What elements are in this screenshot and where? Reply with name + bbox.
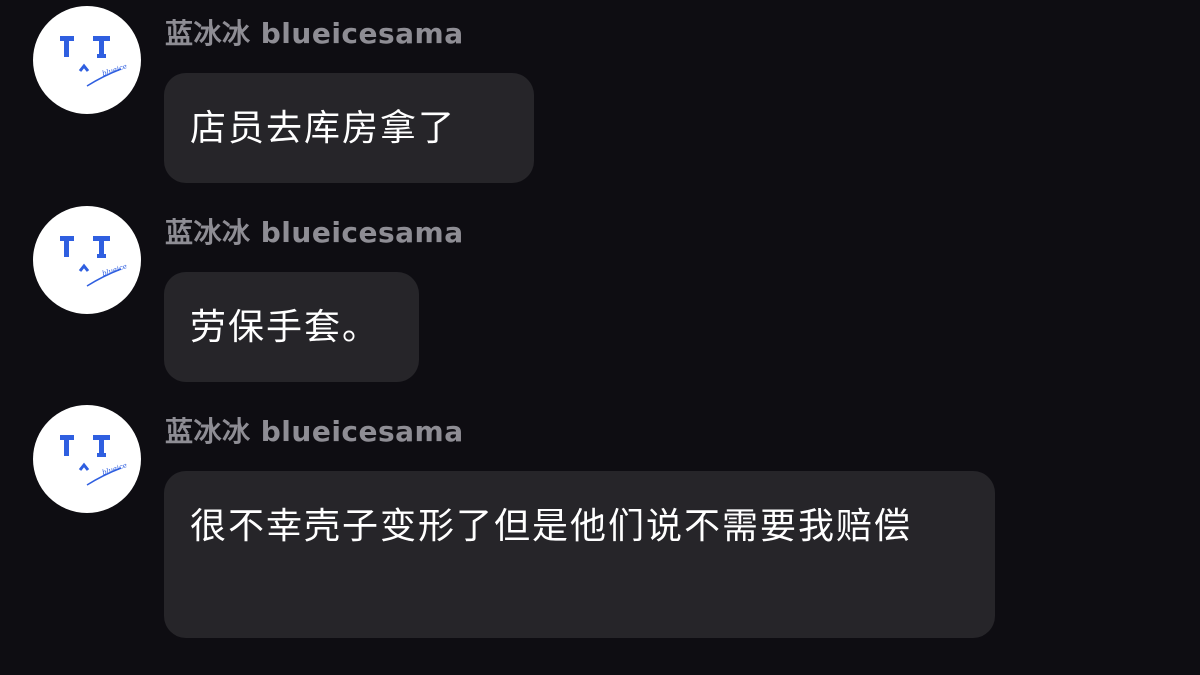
message-bubble[interactable]: 劳保手套。	[164, 272, 419, 382]
avatar[interactable]: blueice	[33, 405, 141, 513]
sender-name: 蓝冰冰 blueicesama	[165, 415, 464, 448]
chat-thread: blueice 蓝冰冰 blueicesama 店员去库房拿了 blueice …	[0, 0, 1200, 675]
avatar-signature: blueice	[101, 262, 128, 278]
message-bubble[interactable]: 很不幸壳子变形了但是他们说不需要我赔偿	[164, 471, 995, 638]
sad-face-avatar-icon: blueice	[60, 36, 128, 87]
message-text: 很不幸壳子变形了但是他们说不需要我赔偿	[190, 506, 913, 547]
sender-name: 蓝冰冰 blueicesama	[165, 216, 464, 249]
avatar[interactable]: blueice	[33, 206, 141, 314]
message-text: 劳保手套。	[190, 307, 381, 348]
sad-face-avatar-icon: blueice	[60, 435, 128, 486]
message-text: 店员去库房拿了	[190, 108, 457, 149]
avatar-signature: blueice	[101, 461, 128, 477]
avatar[interactable]: blueice	[33, 6, 141, 114]
avatar-signature: blueice	[101, 62, 128, 78]
sad-face-avatar-icon: blueice	[60, 236, 128, 287]
sender-name: 蓝冰冰 blueicesama	[165, 17, 464, 50]
message-bubble[interactable]: 店员去库房拿了	[164, 73, 534, 183]
